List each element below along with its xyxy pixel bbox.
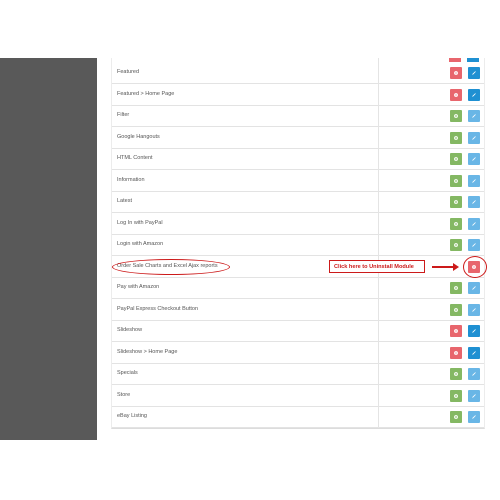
admin-sidebar: [0, 58, 97, 440]
edit-button[interactable]: [468, 88, 480, 101]
module-name: Login with Amazon: [117, 241, 164, 247]
module-name: Featured > Home Page: [117, 90, 175, 97]
module-name: Log In with PayPal: [117, 219, 163, 226]
edit-button[interactable]: [468, 153, 480, 165]
module-name: Latest: [117, 198, 132, 204]
module-name: Featured: [117, 69, 140, 75]
table-row: Log In with PayPal: [112, 214, 484, 235]
partial-row-button: [449, 58, 461, 62]
edit-button[interactable]: [468, 174, 480, 187]
table-row: Latest: [112, 192, 484, 213]
install-button[interactable]: [450, 110, 462, 122]
table-row: Slideshow > Home Page: [112, 343, 484, 364]
column-divider: [378, 58, 379, 428]
uninstall-button[interactable]: [450, 325, 462, 337]
partial-row-button: [467, 58, 479, 62]
edit-button[interactable]: [468, 217, 480, 230]
uninstall-button[interactable]: [450, 88, 462, 101]
uninstall-button[interactable]: [450, 346, 462, 359]
edit-button[interactable]: [468, 196, 480, 208]
edit-button[interactable]: [468, 389, 480, 402]
install-button[interactable]: [450, 389, 462, 402]
module-name: eBay Listing: [117, 413, 147, 419]
module-name: Slideshow > Home Page: [117, 348, 178, 355]
module-name: PayPal Express Checkout Button: [117, 305, 199, 312]
callout-arrow-head: [453, 263, 459, 271]
edit-button[interactable]: [468, 239, 480, 251]
uninstall-callout-label: Click here to Uninstall Module: [334, 264, 414, 270]
table-row: Featured > Home Page: [112, 85, 484, 106]
install-button[interactable]: [450, 153, 462, 165]
install-button[interactable]: [450, 303, 462, 316]
install-button[interactable]: [450, 411, 462, 423]
uninstall-button[interactable]: [450, 67, 462, 79]
uninstall-callout: Click here to Uninstall Module: [329, 260, 425, 273]
table-row: eBay Listing: [112, 407, 484, 428]
module-name: Google Hangouts: [117, 133, 160, 140]
install-button[interactable]: [450, 368, 462, 380]
edit-button[interactable]: [468, 131, 480, 144]
table-row: PayPal Express Checkout Button: [112, 300, 484, 321]
module-name: Filter: [117, 112, 130, 118]
highlight-circle: [463, 256, 487, 278]
module-name: Pay with Amazon: [117, 284, 160, 290]
table-row: Login with Amazon: [112, 235, 484, 256]
install-button[interactable]: [450, 131, 462, 144]
install-button[interactable]: [450, 174, 462, 187]
table-row: Slideshow: [112, 321, 484, 342]
table-row: Featured: [112, 63, 484, 84]
edit-button[interactable]: [468, 325, 480, 337]
install-button[interactable]: [450, 282, 462, 294]
install-button[interactable]: [450, 217, 462, 230]
table-row: Specials: [112, 364, 484, 385]
edit-button[interactable]: [468, 110, 480, 122]
edit-button[interactable]: [468, 368, 480, 380]
table-row: Google Hangouts: [112, 128, 484, 149]
highlight-ellipse: [112, 259, 230, 275]
edit-button[interactable]: [468, 67, 480, 79]
install-button[interactable]: [450, 196, 462, 208]
edit-button[interactable]: [468, 346, 480, 359]
table-row: HTML Content: [112, 149, 484, 170]
module-name: Specials: [117, 370, 138, 376]
table-row: Filter: [112, 106, 484, 127]
edit-button[interactable]: [468, 303, 480, 316]
module-name: Slideshow: [117, 327, 143, 333]
table-row: Store: [112, 386, 484, 407]
module-name: Store: [117, 391, 131, 398]
module-name: HTML Content: [117, 155, 153, 161]
table-row: Information: [112, 171, 484, 192]
install-button[interactable]: [450, 239, 462, 251]
edit-button[interactable]: [468, 411, 480, 423]
modules-table: Featured Featured > Home Page Filter Google…: [111, 58, 485, 429]
module-name: Information: [117, 176, 145, 183]
edit-button[interactable]: [468, 282, 480, 294]
table-row: Pay with Amazon: [112, 278, 484, 299]
